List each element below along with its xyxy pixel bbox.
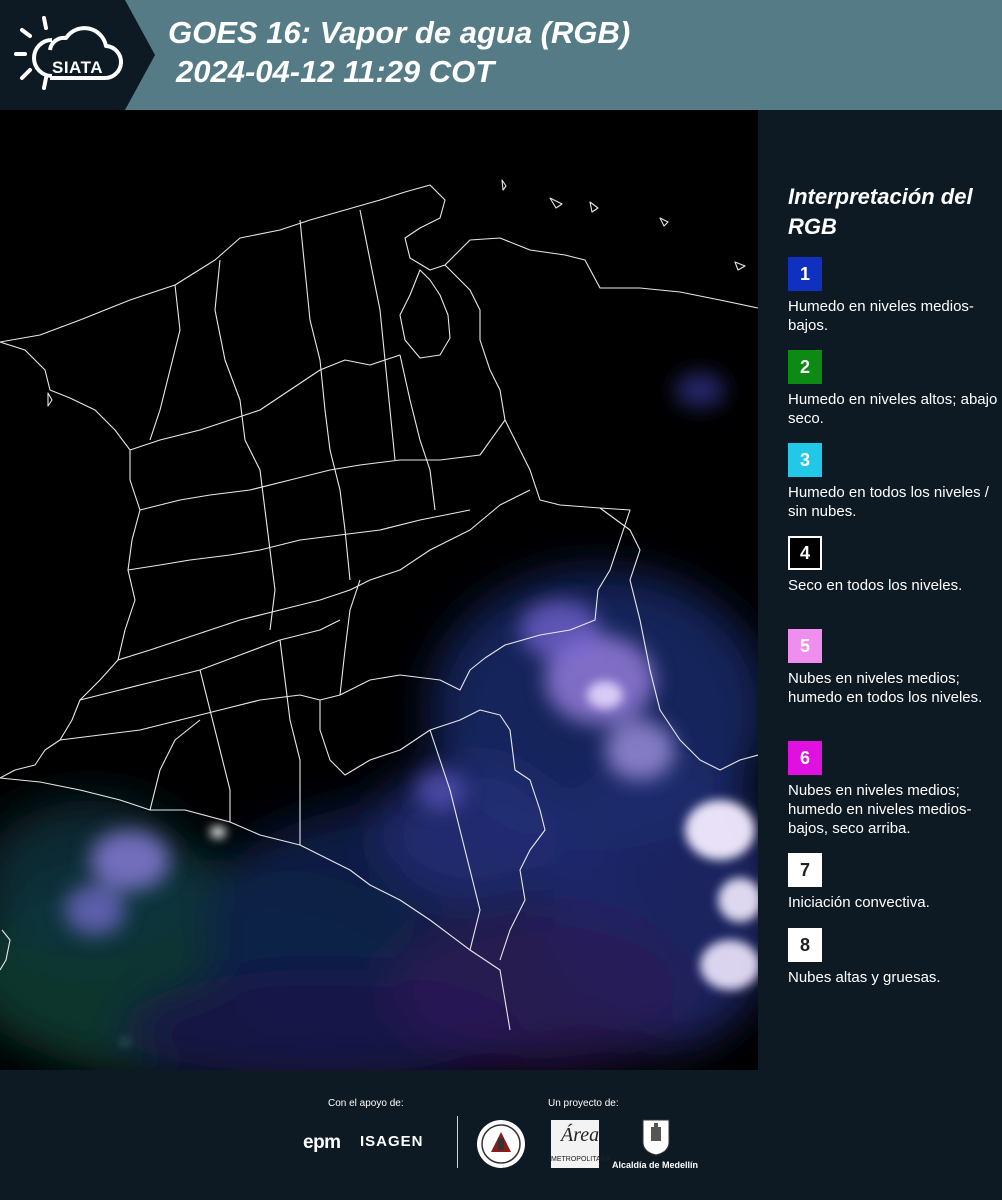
area-logo-text: METROPOLITANA bbox=[551, 1156, 611, 1163]
legend-text-8: Nubes altas y gruesas. bbox=[788, 969, 941, 986]
legend-swatch-3: 3 bbox=[788, 443, 822, 477]
legend-text-5: Nubes en niveles medios; humedo en todos… bbox=[788, 670, 983, 706]
legend-item-2: 2 Humedo en niveles altos; abajo seco. bbox=[788, 350, 998, 428]
project-label: Un proyecto de: bbox=[548, 1098, 619, 1109]
legend-text-4: Seco en todos los niveles. bbox=[788, 577, 963, 594]
alcaldia-shield-icon bbox=[642, 1119, 670, 1156]
page-title: GOES 16: Vapor de agua (RGB) bbox=[168, 15, 631, 50]
legend-swatch-6: 6 bbox=[788, 741, 822, 775]
support-label: Con el apoyo de: bbox=[328, 1098, 404, 1109]
legend-text-2: Humedo en niveles altos; abajo seco. bbox=[788, 391, 998, 427]
legend-text-6: Nubes en niveles medios; humedo en nivel… bbox=[788, 782, 972, 837]
legend-swatch-5: 5 bbox=[788, 629, 822, 663]
legend-item-3: 3 Humedo en todos los niveles / sin nube… bbox=[788, 443, 998, 521]
legend-item-4: 4 Seco en todos los niveles. bbox=[788, 536, 998, 595]
legend-text-1: Humedo en niveles medios-bajos. bbox=[788, 298, 974, 334]
legend-text-3: Humedo en todos los niveles / sin nubes. bbox=[788, 484, 989, 520]
area-glyph-icon: Área bbox=[561, 1124, 600, 1146]
legend-item-1: 1 Humedo en niveles medios-bajos. bbox=[788, 257, 998, 335]
epm-logo: epm bbox=[303, 1132, 341, 1153]
legend-swatch-7: 7 bbox=[788, 853, 822, 887]
area-metropolitana-logo: Área METROPOLITANA bbox=[551, 1120, 610, 1168]
legend-swatch-1: 1 bbox=[788, 257, 822, 291]
satellite-map bbox=[0, 110, 758, 1070]
siata-logo: SIATA bbox=[12, 12, 128, 96]
legend-swatch-8: 8 bbox=[788, 928, 822, 962]
legend-item-6: 6 Nubes en niveles medios; humedo en niv… bbox=[788, 741, 998, 838]
footer: Con el apoyo de: Un proyecto de: epm ISA… bbox=[0, 1070, 1002, 1200]
isagen-logo: ISAGEN bbox=[360, 1133, 424, 1150]
legend-text-7: Iniciación convectiva. bbox=[788, 894, 930, 911]
legend-title: Interpretación del RGB bbox=[788, 184, 973, 239]
satellite-image bbox=[0, 110, 758, 1070]
timestamp-title: 2024-04-12 11:29 COT bbox=[176, 54, 495, 89]
legend-item-7: 7 Iniciación convectiva. bbox=[788, 853, 998, 912]
legend-item-5: 5 Nubes en niveles medios; humedo en tod… bbox=[788, 629, 998, 707]
siata-logo-text: SIATA bbox=[52, 58, 103, 77]
sun-cloud-icon bbox=[14, 16, 123, 90]
alcaldia-label: Alcaldía de Medellín bbox=[612, 1160, 699, 1170]
legend-swatch-2: 2 bbox=[788, 350, 822, 384]
legend-swatch-4: 4 bbox=[788, 536, 822, 570]
header-bar: SIATA GOES 16: Vapor de agua (RGB) 2024-… bbox=[0, 0, 1002, 110]
legend-panel: Interpretación del RGB 1 Humedo en nivel… bbox=[760, 110, 1002, 1070]
footer-divider bbox=[457, 1116, 458, 1168]
legend-item-8: 8 Nubes altas y gruesas. bbox=[788, 928, 998, 987]
university-seal-icon bbox=[477, 1120, 525, 1168]
